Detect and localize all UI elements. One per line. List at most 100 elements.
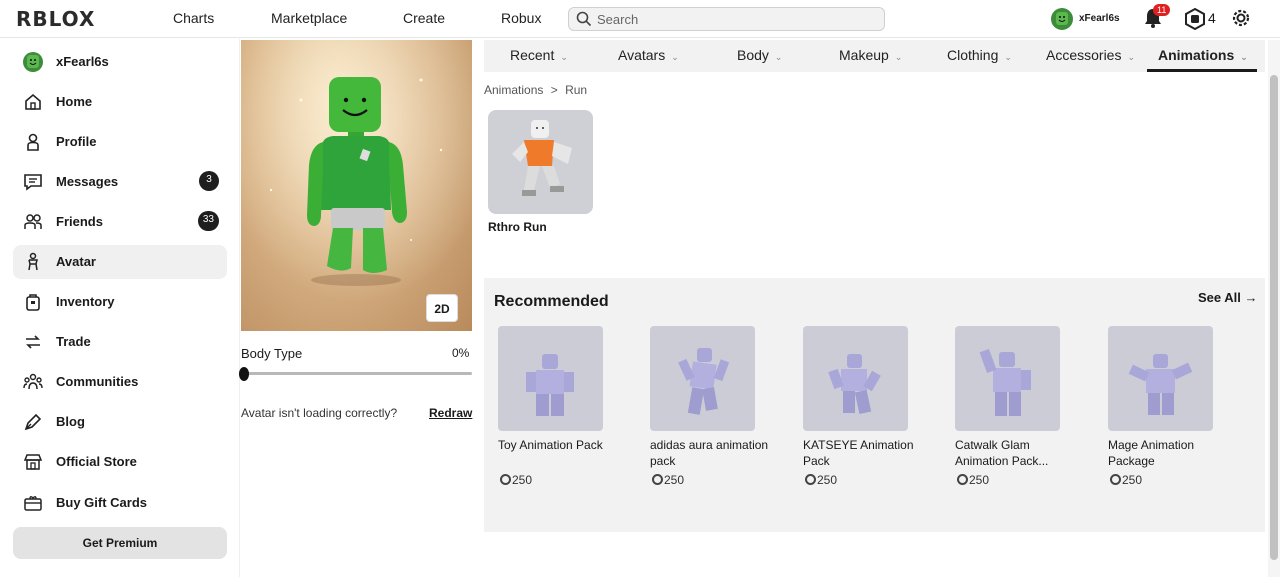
robux-icon	[805, 474, 816, 485]
tab-clothing[interactable]: Clothing ⌄	[947, 47, 1012, 63]
inventory-icon	[26, 294, 40, 311]
price-value: 250	[969, 473, 990, 487]
body-type-value: 0%	[452, 346, 470, 360]
roblox-logo[interactable]: RBLOX	[16, 7, 95, 31]
get-premium-button[interactable]: Get Premium	[13, 527, 227, 559]
blog-icon	[24, 413, 42, 431]
notification-badge: 11	[1153, 4, 1171, 16]
recommended-item-thumbnail[interactable]	[498, 326, 603, 431]
gear-icon[interactable]	[1230, 7, 1252, 29]
redraw-link[interactable]: Redraw	[429, 406, 472, 420]
topbar-username: xFearl6s	[1079, 13, 1120, 24]
catwalk-glam-figure	[979, 348, 1031, 416]
avatar-figure	[241, 40, 472, 331]
sidebar-item-buy-gift-cards[interactable]: Buy Gift Cards	[13, 486, 227, 520]
tab-label: Body	[737, 47, 769, 63]
tab-animations[interactable]: Animations ⌄	[1158, 47, 1248, 63]
recommended-item-thumbnail[interactable]	[650, 326, 755, 431]
sidebar-item-label: Messages	[56, 174, 119, 189]
sidebar-item-inventory[interactable]: Inventory	[13, 285, 227, 319]
sidebar-item-official-store[interactable]: Official Store	[13, 445, 227, 479]
recommended-item-name[interactable]: KATSEYE Animation Pack	[803, 437, 923, 469]
price-value: 250	[1122, 473, 1143, 487]
robux-icon[interactable]	[1184, 8, 1206, 30]
scrollbar-thumb[interactable]	[1270, 75, 1278, 560]
chevron-down-icon: ⌄	[1127, 52, 1136, 62]
tab-body[interactable]: Body ⌄	[737, 47, 782, 63]
recommended-item-price: 250	[805, 473, 837, 487]
chevron-down-icon: ⌄	[894, 52, 903, 62]
sidebar-item-label: Profile	[56, 134, 97, 149]
category-tabs: Recent ⌄ Avatars ⌄ Body ⌄ Makeup ⌄ Clothing ⌄…	[484, 40, 1265, 72]
sidebar-item-communities[interactable]: Communities	[13, 365, 227, 399]
tab-makeup[interactable]: Makeup ⌄	[839, 47, 902, 63]
body-type-label: Body Type	[241, 346, 303, 361]
sidebar-item-profile[interactable]: Profile	[13, 125, 227, 159]
tab-label: Makeup	[839, 47, 889, 63]
chevron-down-icon: ⌄	[1240, 52, 1248, 62]
chevron-down-icon: ⌄	[774, 52, 783, 62]
toy-animation-figure	[526, 354, 574, 416]
tab-label: Accessories	[1046, 47, 1122, 63]
communities-icon	[23, 373, 43, 390]
sidebar-item-label: Inventory	[56, 294, 115, 309]
sidebar-item-friends[interactable]: Friends 33	[13, 205, 227, 239]
sidebar-item-messages[interactable]: Messages 3	[13, 165, 227, 199]
see-all-link[interactable]: See All →	[1198, 290, 1257, 305]
body-type-slider[interactable]	[241, 372, 472, 375]
store-icon	[23, 454, 43, 470]
price-value: 250	[817, 473, 838, 487]
tab-recent[interactable]: Recent ⌄	[510, 47, 568, 63]
recommended-item-thumbnail[interactable]	[955, 326, 1060, 431]
search-icon	[576, 11, 592, 27]
chevron-down-icon: ⌄	[671, 52, 679, 62]
search-input[interactable]: Search	[568, 7, 885, 31]
recommended-item-thumbnail[interactable]	[803, 326, 908, 431]
avatar-preview[interactable]	[241, 40, 472, 331]
tab-accessories[interactable]: Accessories ⌄	[1046, 47, 1135, 63]
sidebar-item-label: Blog	[56, 414, 85, 429]
recommended-title: Recommended	[494, 293, 609, 310]
recommended-item-thumbnail[interactable]	[1108, 326, 1213, 431]
price-value: 250	[664, 473, 685, 487]
recommended-item-name[interactable]: adidas aura animation pack	[650, 437, 770, 469]
avatar	[1051, 8, 1073, 30]
breadcrumb-separator: >	[550, 83, 558, 97]
tab-label: Animations	[1158, 47, 1235, 63]
rthro-run-thumbnail	[512, 120, 572, 196]
search-placeholder: Search	[597, 12, 639, 27]
sidebar-item-trade[interactable]: Trade	[13, 325, 227, 359]
sidebar-item-label: Avatar	[56, 254, 96, 269]
mage-animation-figure	[1128, 354, 1193, 415]
breadcrumb-parent[interactable]: Animations	[484, 83, 543, 97]
sidebar-username: xFearl6s	[56, 54, 109, 69]
nav-create[interactable]: Create	[403, 10, 445, 26]
nav-charts[interactable]: Charts	[173, 10, 214, 26]
sidebar-item-label: Buy Gift Cards	[56, 495, 148, 510]
nav-marketplace[interactable]: Marketplace	[271, 10, 347, 26]
body-type-slider-handle[interactable]	[239, 367, 249, 381]
adidas-aura-figure	[678, 348, 730, 415]
recommended-item-price: 250	[1110, 473, 1142, 487]
item-tile-rthro-run[interactable]	[488, 110, 593, 214]
price-value: 250	[512, 473, 533, 487]
messages-icon	[24, 174, 42, 191]
toggle-2d-button[interactable]: 2D	[426, 294, 458, 322]
breadcrumb-current: Run	[565, 83, 588, 97]
nav-robux[interactable]: Robux	[501, 10, 541, 26]
sidebar-user[interactable]: xFearl6s	[13, 45, 227, 79]
sidebar-item-blog[interactable]: Blog	[13, 405, 227, 439]
sidebar-item-home[interactable]: Home	[13, 85, 227, 119]
tab-label: Recent	[510, 47, 555, 63]
recommended-item-name[interactable]: Catwalk Glam Animation Pack...	[955, 437, 1075, 469]
recommended-item-name[interactable]: Toy Animation Pack	[498, 437, 618, 453]
tab-avatars[interactable]: Avatars ⌄	[618, 47, 679, 63]
chevron-down-icon: ⌄	[1004, 52, 1012, 62]
tab-label: Avatars	[618, 47, 666, 63]
robux-icon	[1110, 474, 1121, 485]
chevron-down-icon: ⌄	[560, 52, 568, 62]
item-name[interactable]: Rthro Run	[488, 220, 547, 234]
sidebar-item-avatar[interactable]: Avatar	[13, 245, 227, 279]
recommended-item-name[interactable]: Mage Animation Package	[1108, 437, 1228, 469]
profile-icon	[27, 133, 39, 151]
